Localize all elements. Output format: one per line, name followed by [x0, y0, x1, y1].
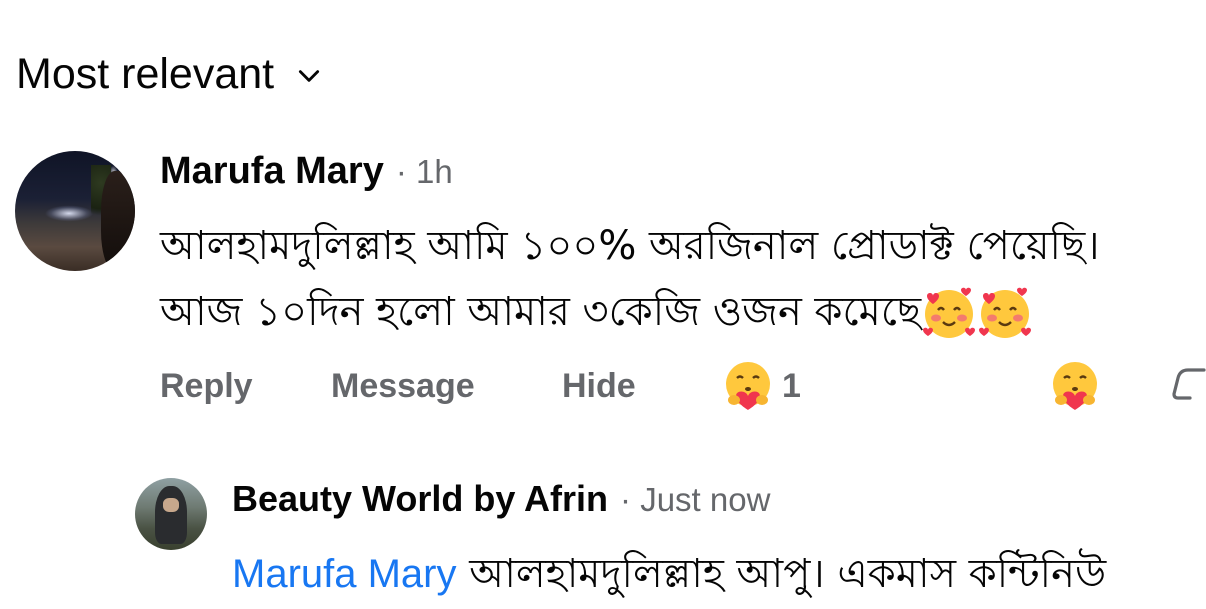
- reply-author[interactable]: Beauty World by Afrin: [232, 478, 608, 520]
- avatar-figure: [101, 171, 135, 271]
- sort-label: Most relevant: [16, 50, 275, 98]
- reply-text: Marufa Mary আলহামদুলিল্লাহ আপু। একমাস কন…: [232, 542, 1106, 609]
- comment-time[interactable]: · 1h: [396, 153, 453, 191]
- smiling-face-with-hearts-icon: [923, 287, 976, 338]
- reply-text-body: আলহামদুলিল্লাহ আপু। একমাস কন্টিনিউ: [469, 551, 1107, 597]
- care-reaction-icon: [726, 362, 770, 410]
- avatar[interactable]: [15, 151, 135, 271]
- reply-avatar[interactable]: [135, 478, 207, 550]
- comment-text-line-2: আজ ১০দিন হলো আমার ৩কেজি ওজন কমেছে: [160, 280, 1033, 347]
- reaction-summary[interactable]: 1: [722, 360, 801, 412]
- reply-button[interactable]: Reply: [160, 367, 331, 406]
- reply-time[interactable]: · Just now: [620, 481, 770, 519]
- message-button[interactable]: Message: [331, 367, 562, 406]
- reply-header: Beauty World by Afrin · Just now: [232, 478, 770, 520]
- reply-mention-link[interactable]: Marufa Mary: [232, 552, 457, 596]
- comment-header: Marufa Mary · 1h: [160, 150, 453, 193]
- avatar-hood: [155, 486, 187, 544]
- comment-actions: Reply Message Hide 1: [160, 360, 801, 412]
- chevron-down-icon: [299, 70, 320, 82]
- smiling-face-with-hearts-icon: [979, 287, 1032, 338]
- sort-dropdown[interactable]: Most relevant: [16, 48, 322, 100]
- thumb-icon[interactable]: [1172, 364, 1206, 408]
- reaction-count: 1: [782, 366, 801, 405]
- avatar-face: [163, 498, 179, 512]
- comment-text-line-2-text: আজ ১০দিন হলো আমার ৩কেজি ওজন কমেছে: [160, 289, 922, 335]
- comment-text-line-1: আলহামদুলিল্লাহ আমি ১০০% অরজিনাল প্রোডাক্…: [160, 223, 1100, 269]
- care-reaction-button-icon[interactable]: [1049, 360, 1101, 412]
- hide-button[interactable]: Hide: [562, 367, 722, 406]
- comment-author[interactable]: Marufa Mary: [160, 150, 384, 193]
